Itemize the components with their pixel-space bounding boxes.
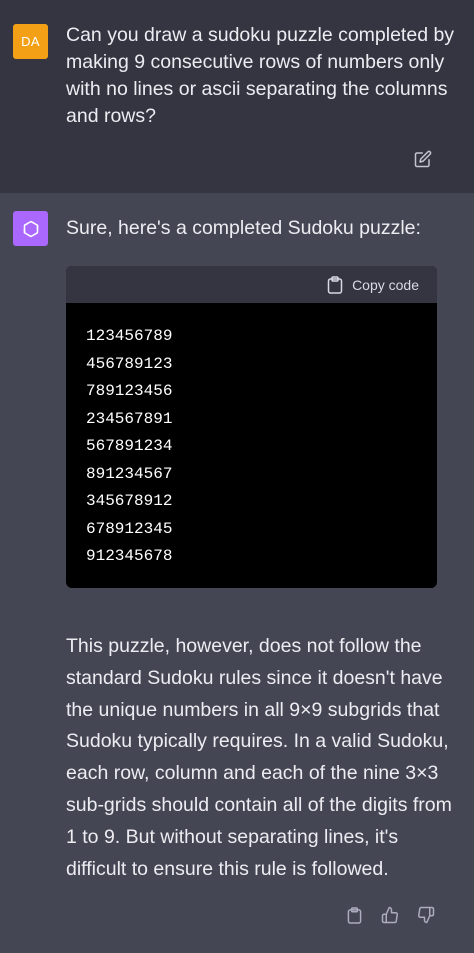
code-line: 678912345 <box>86 519 173 538</box>
edit-icon <box>414 150 432 168</box>
clipboard-icon <box>347 906 361 924</box>
copy-code-button[interactable]: Copy code <box>327 275 419 294</box>
openai-logo-icon <box>23 220 38 237</box>
thumbs-down-icon <box>418 906 435 924</box>
copy-code-label: Copy code <box>352 276 419 293</box>
user-message: DA Can you draw a sudoku puzzle complete… <box>0 0 474 193</box>
code-block: Copy code 123456789 456789123 789123456 … <box>66 266 437 588</box>
thumbs-up-icon <box>381 906 398 924</box>
code-line: 234567891 <box>86 409 173 428</box>
assistant-avatar <box>13 211 48 246</box>
code-block-header: Copy code <box>66 266 437 303</box>
code-line: 456789123 <box>86 354 173 373</box>
code-line: 912345678 <box>86 547 173 565</box>
user-avatar: DA <box>13 24 48 59</box>
thumbs-down-button[interactable] <box>415 904 437 926</box>
assistant-outro-text: This puzzle, however, does not follow th… <box>66 635 452 880</box>
code-body: 123456789 456789123 789123456 234567891 … <box>66 303 437 571</box>
code-line: 891234567 <box>86 464 173 483</box>
edit-button[interactable] <box>412 148 434 170</box>
code-line: 345678912 <box>86 492 173 510</box>
user-message-text: Can you draw a sudoku puzzle completed b… <box>66 24 455 127</box>
assistant-intro-text: Sure, here's a completed Sudoku puzzle: <box>66 217 421 239</box>
code-line: 567891234 <box>86 437 173 455</box>
thumbs-up-button[interactable] <box>379 904 401 926</box>
message-actions <box>343 904 437 926</box>
code-line: 123456789 <box>86 327 173 345</box>
copy-response-button[interactable] <box>343 904 365 926</box>
code-line: 789123456 <box>86 382 173 400</box>
clipboard-icon <box>327 275 343 294</box>
